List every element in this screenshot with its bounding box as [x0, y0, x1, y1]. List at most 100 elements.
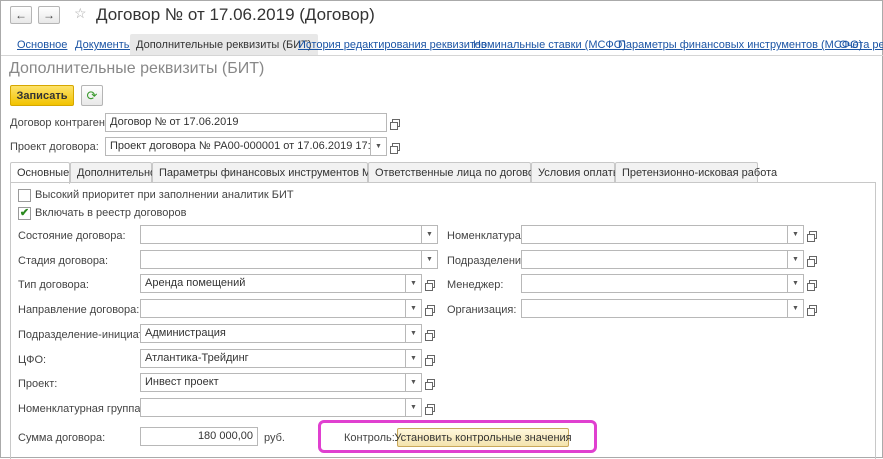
open-icon	[807, 255, 817, 267]
link-accounts[interactable]: Счета ре	[839, 39, 883, 51]
initiator-department-field[interactable]: Администрация	[140, 324, 406, 343]
arrow-right-icon: →	[43, 8, 55, 22]
manager-field[interactable]	[521, 274, 788, 293]
open-icon	[807, 230, 817, 242]
organization-dropdown[interactable]: ▼	[788, 299, 804, 318]
contract-label: Договор контрагента:	[10, 117, 120, 129]
set-control-values-button[interactable]: Установить контрольные значения	[394, 428, 572, 447]
contract-open-button[interactable]	[388, 113, 404, 132]
contract-direction-open-button[interactable]	[423, 299, 439, 318]
form-links-bar: Основное Документы Дополнительные реквиз…	[1, 34, 883, 56]
high-priority-label: Высокий приоритет при заполнении аналити…	[35, 189, 294, 201]
tab-responsible-persons[interactable]: Ответственные лица по договору	[368, 162, 546, 183]
tab-financial-params[interactable]: Параметры финансовых инструментов МСФО	[152, 162, 396, 183]
project-field[interactable]: Инвест проект	[140, 373, 406, 392]
chevron-down-icon: ▼	[410, 305, 417, 312]
contract-stage-label: Стадия договора:	[18, 255, 109, 267]
open-icon	[807, 279, 817, 291]
arrow-left-icon: ←	[15, 8, 27, 22]
contract-direction-dropdown[interactable]: ▼	[406, 299, 422, 318]
contract-stage-field[interactable]	[140, 250, 422, 269]
manager-open-button[interactable]	[805, 274, 821, 293]
tab-payment-terms[interactable]: Условия оплаты	[531, 162, 621, 183]
nomenclature-dropdown[interactable]: ▼	[788, 225, 804, 244]
contract-direction-label: Направление договора:	[18, 304, 140, 316]
manager-dropdown[interactable]: ▼	[788, 274, 804, 293]
initiator-department-dropdown[interactable]: ▼	[406, 324, 422, 343]
back-button[interactable]: ←	[10, 6, 32, 24]
include-registry-checkbox[interactable]: ✔	[18, 207, 31, 220]
link-nominal-rates[interactable]: Номинальные ставки (МСФО)	[473, 39, 626, 51]
manager-label: Менеджер:	[447, 279, 504, 291]
contract-type-field[interactable]: Аренда помещений	[140, 274, 406, 293]
cfo-dropdown[interactable]: ▼	[406, 349, 422, 368]
project-dropdown[interactable]: ▼	[406, 373, 422, 392]
chevron-down-icon: ▼	[410, 280, 417, 287]
open-icon	[425, 354, 435, 366]
document-window: ← → ☆ Договор № от 17.06.2019 (Договор) …	[0, 0, 883, 459]
tab-panel-main	[10, 182, 876, 459]
open-icon	[390, 142, 400, 154]
nomenclature-label: Номенклатура:	[447, 230, 524, 242]
cfo-open-button[interactable]	[423, 349, 439, 368]
department-dropdown[interactable]: ▼	[788, 250, 804, 269]
tab-claims[interactable]: Претензионно-исковая работа	[615, 162, 777, 183]
chevron-down-icon: ▼	[410, 379, 417, 386]
tab-main[interactable]: Основные	[10, 162, 70, 184]
link-financial-instruments[interactable]: Параметры финансовых инструментов (МСФО)	[618, 39, 862, 51]
contract-sum-field[interactable]: 180 000,00	[140, 427, 258, 446]
chevron-down-icon: ▼	[410, 330, 417, 337]
nomenclature-group-field[interactable]	[140, 398, 406, 417]
chevron-down-icon: ▼	[410, 355, 417, 362]
high-priority-checkbox[interactable]	[18, 189, 31, 202]
department-open-button[interactable]	[805, 250, 821, 269]
chevron-down-icon: ▼	[410, 404, 417, 411]
forward-button[interactable]: →	[38, 6, 60, 24]
tab-additional[interactable]: Дополнительно	[70, 162, 156, 183]
link-documents[interactable]: Документы	[75, 39, 132, 51]
contract-state-dropdown[interactable]: ▼	[422, 225, 438, 244]
open-icon	[390, 118, 400, 130]
contract-type-open-button[interactable]	[423, 274, 439, 293]
contract-direction-field[interactable]	[140, 299, 406, 318]
open-icon	[425, 279, 435, 291]
contract-type-dropdown[interactable]: ▼	[406, 274, 422, 293]
project-contract-field[interactable]: Проект договора № РА00-000001 от 17.06.2…	[105, 137, 371, 156]
contract-stage-dropdown[interactable]: ▼	[422, 250, 438, 269]
project-contract-open-button[interactable]	[388, 137, 404, 156]
contract-state-field[interactable]	[140, 225, 422, 244]
chevron-down-icon: ▼	[792, 305, 799, 312]
organization-field[interactable]	[521, 299, 788, 318]
contract-field[interactable]: Договор № от 17.06.2019	[105, 113, 387, 132]
organization-open-button[interactable]	[805, 299, 821, 318]
initiator-department-label: Подразделение-инициатор:	[18, 329, 159, 341]
refresh-button[interactable]: ⟳	[81, 85, 103, 106]
nomenclature-group-label: Номенклатурная группа:	[18, 403, 144, 415]
cfo-label: ЦФО:	[18, 354, 47, 366]
chevron-down-icon: ▼	[792, 256, 799, 263]
cfo-field[interactable]: Атлантика-Трейдинг	[140, 349, 406, 368]
form-title: Дополнительные реквизиты (БИТ)	[9, 60, 265, 77]
contract-sum-label: Сумма договора:	[18, 432, 106, 444]
project-label: Проект:	[18, 378, 58, 390]
save-button[interactable]: Записать	[10, 85, 74, 106]
chevron-down-icon: ▼	[426, 231, 433, 238]
link-requisites-history[interactable]: История редактирования реквизитов	[298, 39, 487, 51]
nomenclature-group-dropdown[interactable]: ▼	[406, 398, 422, 417]
department-field[interactable]	[521, 250, 788, 269]
nomenclature-field[interactable]	[521, 225, 788, 244]
open-icon	[425, 403, 435, 415]
chevron-down-icon: ▼	[375, 143, 382, 150]
project-contract-dropdown[interactable]: ▼	[371, 137, 387, 156]
nomenclature-open-button[interactable]	[805, 225, 821, 244]
organization-label: Организация:	[447, 304, 517, 316]
refresh-icon: ⟳	[86, 87, 98, 103]
initiator-department-open-button[interactable]	[423, 324, 439, 343]
currency-label: руб.	[264, 432, 285, 444]
link-main[interactable]: Основное	[17, 39, 67, 51]
star-icon[interactable]: ☆	[74, 5, 87, 22]
nomenclature-group-open-button[interactable]	[423, 398, 439, 417]
project-open-button[interactable]	[423, 373, 439, 392]
link-additional-requisites[interactable]: Дополнительные реквизиты (БИТ)	[130, 34, 318, 55]
control-label: Контроль:	[344, 432, 395, 444]
